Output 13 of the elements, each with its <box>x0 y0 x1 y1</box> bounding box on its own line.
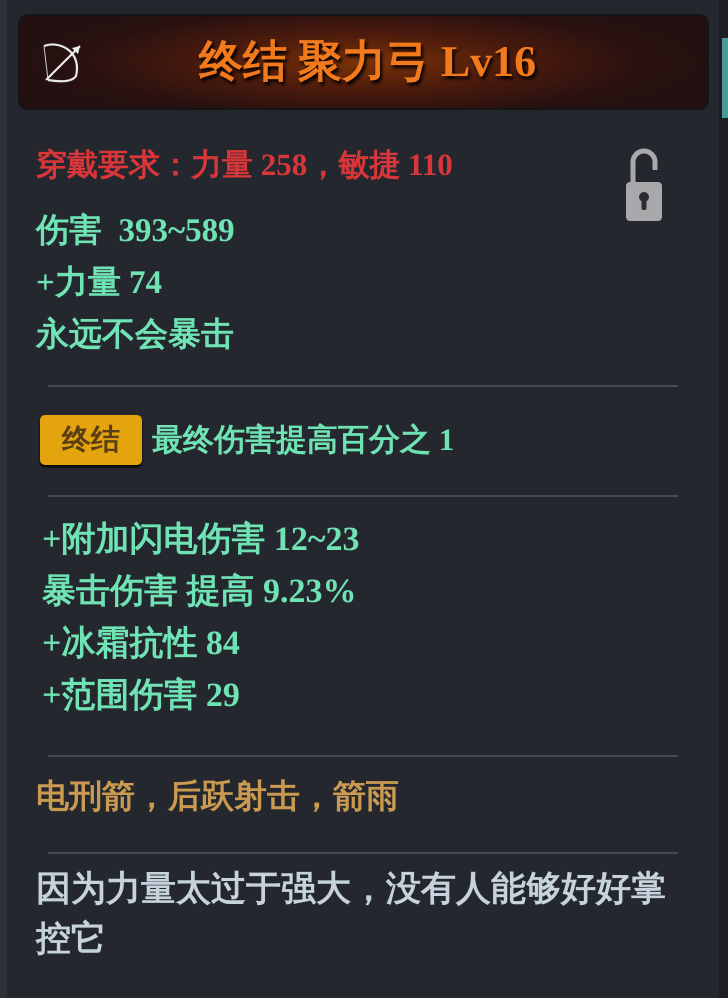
affix-text: +范围伤害 29 <box>42 676 240 716</box>
skills-text: 电刑箭，后跃射击，箭雨 <box>36 778 399 817</box>
item-title: 终结 聚力弓 Lv16 <box>198 40 536 84</box>
requirement-text: 穿戴要求：力量 258，敏捷 110 <box>36 146 453 184</box>
affix-text: +附加闪电伤害 12~23 <box>42 520 360 560</box>
item-description: 因为力量太过于强大，没有人能够好好掌控它 <box>36 868 667 960</box>
stat-text: 伤害 393~589 <box>36 211 235 251</box>
stat-text: 永远不会暴击 <box>36 315 234 355</box>
set-bonus-text: 最终伤害提高百分之 1 <box>152 421 454 459</box>
affix-text: 暴击伤害 提高 9.23% <box>42 572 356 612</box>
stat-text: +力量 74 <box>36 264 162 303</box>
set-badge: 终结 <box>40 415 142 465</box>
affix-text: +冰霜抗性 84 <box>42 624 240 664</box>
